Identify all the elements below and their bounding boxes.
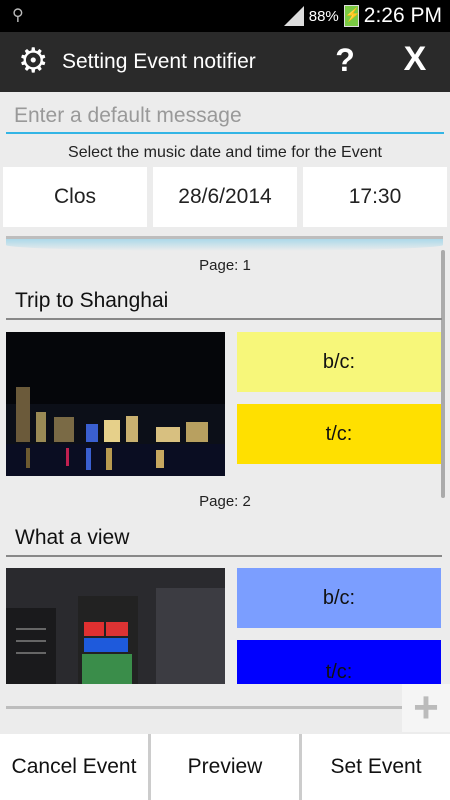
bottom-divider (6, 706, 402, 709)
bottom-button-bar: Cancel Event Preview Set Event (0, 734, 450, 800)
status-bar: ⚲ 88% 2:26 PM (0, 0, 450, 32)
page-title-underline (6, 555, 442, 557)
page-photo[interactable] (6, 568, 225, 684)
music-picker[interactable]: Clos (3, 167, 147, 227)
screen-title: Setting Event notifier (62, 50, 256, 73)
page-title[interactable]: Trip to Shanghai (15, 289, 168, 313)
bc-color-button[interactable]: b/c: (237, 568, 441, 628)
bc-color-button[interactable]: b/c: (237, 332, 441, 392)
battery-percent: 88% (308, 7, 339, 25)
status-right: 88% 2:26 PM (283, 0, 442, 32)
tc-color-button[interactable]: t/c: (237, 640, 441, 684)
default-message-input[interactable] (6, 100, 444, 134)
tc-color-button[interactable]: t/c: (237, 404, 441, 464)
close-button[interactable]: X (398, 40, 432, 79)
page-title-underline (6, 318, 442, 320)
cancel-event-button[interactable]: Cancel Event (0, 734, 148, 800)
page-label: Page: 1 (199, 257, 251, 274)
page-title[interactable]: What a view (15, 526, 129, 550)
add-page-button[interactable]: + (402, 684, 450, 732)
battery-icon (343, 5, 361, 27)
scrollbar[interactable] (441, 250, 445, 498)
picker-caption: Select the music date and time for the E… (68, 144, 382, 161)
time-picker[interactable]: 17:30 (303, 167, 447, 227)
gear-icon: ⚙ (18, 42, 49, 80)
date-picker[interactable]: 28/6/2014 (153, 167, 297, 227)
preview-button[interactable]: Preview (151, 734, 299, 800)
signal-icon (283, 6, 304, 26)
page-label: Page: 2 (199, 493, 251, 510)
overscroll-glow (6, 239, 443, 251)
set-event-button[interactable]: Set Event (302, 734, 450, 800)
action-bar: ⚙ Setting Event notifier ? X (0, 32, 450, 92)
photo-night-bund (6, 332, 225, 476)
help-button[interactable]: ? (330, 42, 360, 79)
usb-icon: ⚲ (12, 7, 24, 24)
photo-aurora-tower (6, 568, 225, 684)
page-photo[interactable] (6, 332, 225, 476)
clock: 2:26 PM (363, 4, 442, 27)
